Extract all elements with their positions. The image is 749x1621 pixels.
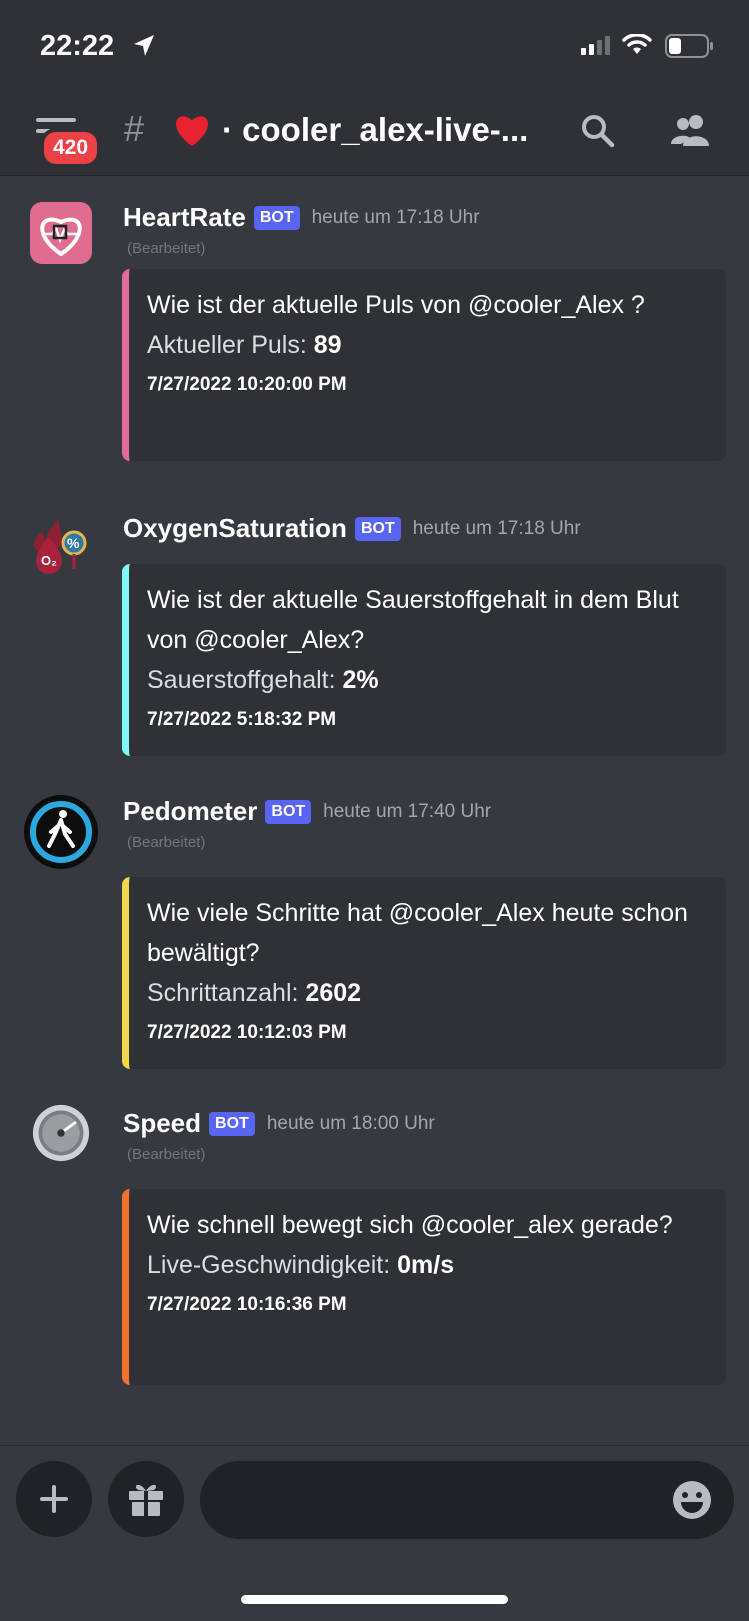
embed-question: Wie viele Schritte hat @cooler_Alex heut… — [147, 899, 688, 967]
embed-question: Wie schnell bewegt sich @cooler_alex ger… — [147, 1211, 673, 1239]
edited-label: (Bearbeitet) — [127, 1146, 206, 1163]
gift-icon — [129, 1484, 163, 1516]
message-header: Pedometer BOT heute um 17:40 Uhr — [123, 796, 491, 827]
username[interactable]: Speed — [123, 1108, 201, 1138]
add-attachment-button[interactable] — [16, 1461, 92, 1537]
embed-label: Sauerstoffgehalt: — [147, 666, 343, 694]
channel-hash-icon: # — [124, 108, 145, 149]
embed-value-line: Aktueller Puls: 89 — [147, 331, 708, 360]
search-icon[interactable] — [580, 113, 616, 149]
message-composer-bar — [0, 1445, 749, 1621]
embed-date: 7/27/2022 5:18:32 PM — [147, 709, 337, 730]
location-arrow-icon — [134, 35, 154, 56]
embed-value-line: Schrittanzahl: 2602 — [147, 979, 708, 1008]
edited-label: (Bearbeitet) — [127, 240, 206, 257]
embed-date: 7/27/2022 10:12:03 PM — [147, 1022, 347, 1043]
pedometer-avatar[interactable] — [23, 794, 99, 870]
battery-icon — [665, 34, 713, 58]
speed-avatar[interactable] — [32, 1104, 90, 1162]
oxygen-avatar[interactable]: O₂ % — [30, 517, 92, 579]
bot-tag: BOT — [354, 516, 401, 541]
status-time: 22:22 — [40, 30, 115, 62]
plus-icon — [40, 1485, 68, 1513]
timestamp: heute um 17:40 Uhr — [323, 800, 492, 822]
heartrate-avatar[interactable] — [30, 202, 92, 264]
top-bar: 22:22 420 # · cooler_alex-live-... — [0, 0, 749, 176]
bot-tag: BOT — [253, 205, 300, 230]
embed-value: 2% — [342, 666, 379, 694]
wifi-icon — [622, 34, 652, 54]
message-input[interactable] — [200, 1461, 734, 1539]
members-icon[interactable] — [670, 113, 712, 147]
username[interactable]: OxygenSaturation — [123, 513, 347, 543]
timestamp: heute um 17:18 Uhr — [412, 517, 581, 539]
message-header: HeartRate BOT heute um 17:18 Uhr — [123, 202, 480, 233]
unread-badge: 420 — [40, 128, 102, 168]
red-heart-icon — [176, 116, 208, 146]
embed-value: 89 — [313, 331, 342, 359]
embed-label: Aktueller Puls: — [147, 331, 314, 359]
timestamp: heute um 18:00 Uhr — [266, 1112, 435, 1134]
embed: Wie ist der aktuelle Puls von @cooler_Al… — [122, 269, 726, 461]
bot-tag: BOT — [209, 1111, 255, 1136]
embed-value-line: Sauerstoffgehalt: 2% — [147, 666, 708, 695]
embed-question: Wie ist der aktuelle Puls von @cooler_Al… — [147, 291, 645, 319]
svg-text:%: % — [67, 535, 80, 551]
embed: Wie viele Schritte hat @cooler_Alex heut… — [122, 877, 726, 1069]
message-header: OxygenSaturation BOT heute um 17:18 Uhr — [123, 513, 581, 544]
embed-value: 0m/s — [397, 1251, 455, 1279]
embed-value-line: Live-Geschwindigkeit: 0m/s — [147, 1251, 708, 1280]
gift-button[interactable] — [108, 1461, 184, 1537]
embed-question: Wie ist der aktuelle Sauerstoffgehalt in… — [147, 586, 679, 654]
embed-label: Schrittanzahl: — [147, 979, 306, 1007]
embed-label: Live-Geschwindigkeit: — [147, 1251, 398, 1279]
bot-tag: BOT — [265, 799, 312, 824]
embed-value: 2602 — [305, 979, 362, 1007]
embed-date: 7/27/2022 10:16:36 PM — [147, 1294, 347, 1315]
edited-label: (Bearbeitet) — [127, 834, 206, 851]
home-indicator — [241, 1595, 508, 1604]
cellular-signal-icon — [581, 36, 610, 55]
emoji-icon[interactable] — [672, 1480, 712, 1520]
username[interactable]: Pedometer — [123, 796, 257, 826]
timestamp: heute um 17:18 Uhr — [311, 206, 480, 228]
embed: Wie schnell bewegt sich @cooler_alex ger… — [122, 1189, 726, 1385]
channel-title[interactable]: · cooler_alex-live-... — [222, 111, 528, 149]
embed: Wie ist der aktuelle Sauerstoffgehalt in… — [122, 564, 726, 756]
embed-date: 7/27/2022 10:20:00 PM — [147, 374, 347, 395]
svg-text:O₂: O₂ — [41, 553, 57, 568]
username[interactable]: HeartRate — [123, 202, 246, 232]
message-header: Speed BOT heute um 18:00 Uhr — [123, 1108, 435, 1139]
